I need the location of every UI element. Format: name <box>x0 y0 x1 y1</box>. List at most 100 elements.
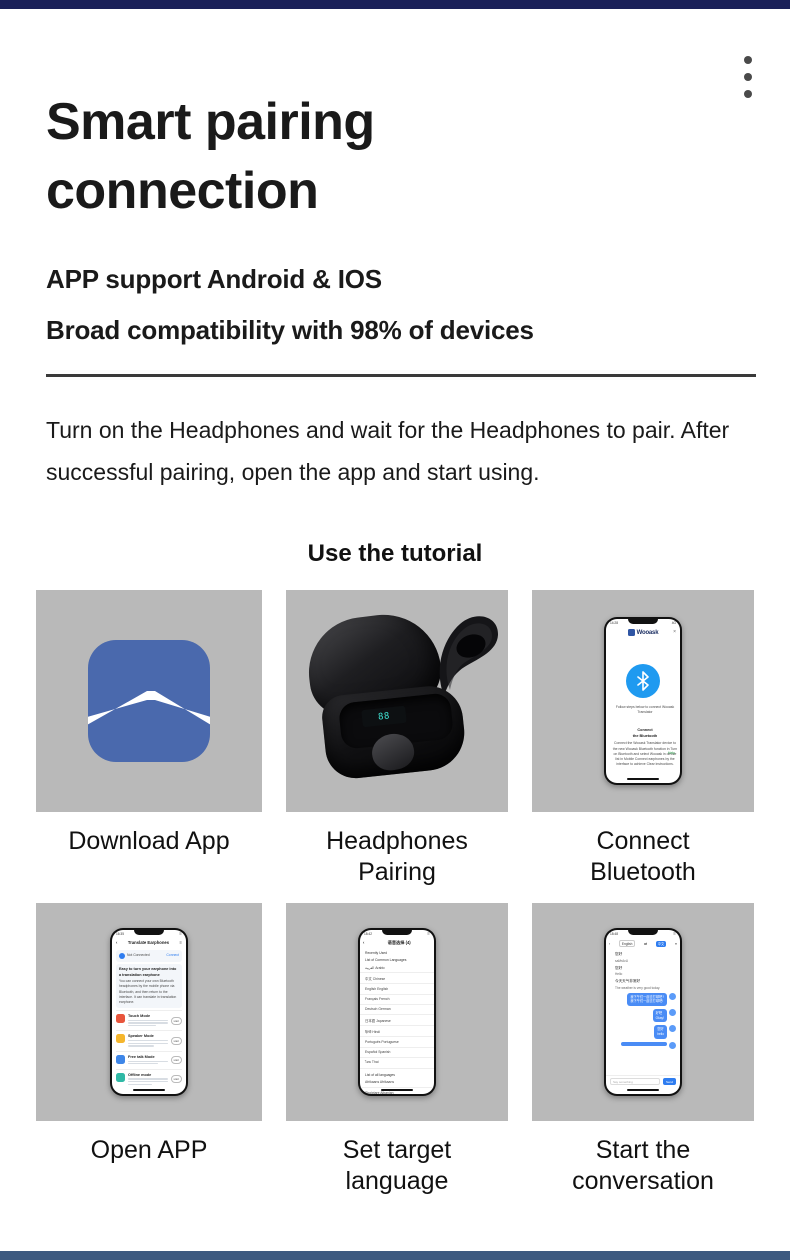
incoming-source-text: 您好 <box>615 965 623 970</box>
earbuds-case-illustration: 88 <box>286 590 508 812</box>
tutorial-step-2[interactable]: 88 Headphones Pairing <box>286 590 508 887</box>
offline-mode-button[interactable]: start <box>170 1075 182 1084</box>
outgoing-message: 您好 hello <box>606 1025 676 1039</box>
help-pin-label[interactable]: Help <box>668 751 675 755</box>
incoming-translation-text: saMrAvU <box>615 958 629 963</box>
app-brand-header: Wooask <box>606 627 680 636</box>
back-icon[interactable]: ‹ <box>116 940 117 945</box>
touch-mode-text: Touch Mode <box>128 1014 168 1027</box>
incoming-source-text: 您好 <box>615 952 623 957</box>
tutorial-step-1-caption: Download App <box>68 827 230 855</box>
tutorial-step-3[interactable]: 14:28 4G Wooask × Follow steps below to … <box>532 590 754 887</box>
tutorial-step-5[interactable]: 18:42 ☰ ‹ 语音选择 (4) Recently Used List of… <box>286 903 508 1196</box>
bluetooth-icon <box>637 671 649 691</box>
mode-row-touch[interactable]: Touch Mode start <box>116 1009 182 1030</box>
kebab-menu-icon[interactable] <box>742 56 754 98</box>
phone-screen-chat: 18:48 ☰ ‹ English ⇄ 中文 ≡ 您好 saMrAvU 您好 H… <box>606 930 680 1094</box>
language-list-screen-photo: 18:42 ☰ ‹ 语音选择 (4) Recently Used List of… <box>286 903 508 1121</box>
section-all-languages: List of all languages <box>365 1072 395 1077</box>
instructions-paragraph: Turn on the Headphones and wait for the … <box>46 417 730 485</box>
language-item[interactable]: Português Portuguese <box>360 1037 434 1048</box>
phone-mock-language: 18:42 ☰ ‹ 语音选择 (4) Recently Used List of… <box>358 928 436 1096</box>
home-indicator <box>381 1089 413 1091</box>
source-language-chip[interactable]: English <box>618 940 636 948</box>
tutorial-step-4[interactable]: 16:35 ☰ ‹ Translate Earphones ≡ Not Conn… <box>36 903 262 1196</box>
nav-title: Translate Earphones <box>127 940 170 945</box>
tutorial-grid: Download App 88 Headphones Pairing 14:28… <box>36 590 754 1196</box>
tutorial-step-1[interactable]: Download App <box>36 590 262 887</box>
language-item[interactable]: 中文 Chinese <box>360 973 434 985</box>
phone-mock-bluetooth: 14:28 4G Wooask × Follow steps below to … <box>604 617 682 785</box>
offline-mode-text: Offline mode <box>128 1073 168 1086</box>
bluetooth-action-block[interactable]: Connect the Bluetooth Connect the Wooask… <box>612 728 678 767</box>
tutorial-row-2: 16:35 ☰ ‹ Translate Earphones ≡ Not Conn… <box>36 903 754 1196</box>
mode-row-freetalk[interactable]: Free talk Mode start <box>116 1050 182 1069</box>
language-item[interactable]: Español Spanish <box>360 1048 434 1058</box>
mode-row-speaker[interactable]: Speaker Mode start <box>116 1030 182 1050</box>
subtitle-compatibility: Broad compatibility with 98% of devices <box>46 315 534 345</box>
tutorial-step-5-caption: Set target language <box>286 1121 508 1196</box>
send-button[interactable]: Send <box>662 1078 676 1085</box>
connect-button[interactable]: Connect <box>166 953 179 958</box>
tutorial-step-6[interactable]: 18:48 ☰ ‹ English ⇄ 中文 ≡ 您好 saMrAvU 您好 H… <box>532 903 754 1196</box>
connection-row: Not Connected Connect <box>119 953 179 959</box>
section-common-languages: List of Common Languages <box>365 958 407 962</box>
phone-notch <box>628 930 658 935</box>
page-title: Smart pairing connection <box>46 88 666 226</box>
speaker-mode-icon <box>116 1034 125 1044</box>
outgoing-line2: hello <box>657 1031 664 1036</box>
chat-input[interactable]: Say something <box>610 1078 660 1085</box>
avatar <box>669 992 676 1000</box>
language-item[interactable]: हिन्दी Hindi <box>360 1026 434 1038</box>
back-icon[interactable]: ‹ <box>609 942 610 946</box>
status-time: 18:48 <box>610 932 618 936</box>
language-item[interactable]: ไทย Thai <box>360 1058 434 1069</box>
device-icon <box>119 953 125 959</box>
language-item[interactable]: العربية Arabic <box>360 963 434 974</box>
info-card-title: Easy to turn your earphone into a transl… <box>119 967 177 977</box>
language-item[interactable]: 日本語 Japanese <box>360 1015 434 1027</box>
list-menu-icon[interactable]: ≡ <box>675 942 677 946</box>
touch-mode-icon <box>116 1013 125 1023</box>
bottom-accent-bar <box>0 1251 790 1260</box>
speaker-mode-button[interactable]: start <box>170 1037 182 1046</box>
earbuds-case-photo: 88 <box>286 590 508 812</box>
swap-icon[interactable]: ⇄ <box>644 942 647 946</box>
nav-bar: ‹ 语音选择 (4) <box>360 938 434 949</box>
connection-status-label: Not Connected <box>127 953 150 958</box>
touch-mode-button[interactable]: start <box>170 1016 182 1025</box>
outgoing-message: 我下午们一起去打球吧? 我下午们一起去打球吧! <box>606 992 676 1006</box>
language-item[interactable]: Afrikaans Afrikaans <box>360 1078 434 1089</box>
connection-card[interactable]: Not Connected Connect <box>116 950 182 962</box>
back-icon[interactable]: ‹ <box>363 940 364 945</box>
freetalk-mode-button[interactable]: start <box>170 1056 182 1065</box>
top-accent-bar <box>0 0 790 9</box>
tutorial-step-2-caption: Headphones Pairing <box>286 812 508 887</box>
chat-input-bar[interactable]: Say something Send <box>606 1075 680 1087</box>
avatar <box>669 1041 676 1049</box>
chat-screen-photo: 18:48 ☰ ‹ English ⇄ 中文 ≡ 您好 saMrAvU 您好 H… <box>532 903 754 1121</box>
bluetooth-screen-photo: 14:28 4G Wooask × Follow steps below to … <box>532 590 754 812</box>
status-indicators: 4G <box>671 621 676 625</box>
section-divider <box>46 374 756 377</box>
wooask-app-icon <box>88 640 210 762</box>
home-indicator <box>627 1089 659 1091</box>
incoming-message: 您好 saMrAvU <box>615 952 676 963</box>
outgoing-message-partial <box>606 1041 676 1049</box>
language-item[interactable]: English English <box>360 984 434 995</box>
menu-icon[interactable]: ≡ <box>180 940 182 945</box>
language-item[interactable]: Deutsch German <box>360 1005 434 1015</box>
freetalk-mode-text: Free talk Mode <box>128 1055 168 1066</box>
language-item[interactable]: Français French <box>360 995 434 1005</box>
phone-screen-bluetooth: 14:28 4G Wooask × Follow steps below to … <box>606 619 680 783</box>
target-language-chip[interactable]: 中文 <box>655 940 667 947</box>
bluetooth-button[interactable] <box>626 664 660 698</box>
mode-row-offline[interactable]: Offline mode start <box>116 1068 182 1089</box>
status-time: 16:35 <box>116 932 124 936</box>
nav-bar: ‹ English ⇄ 中文 ≡ <box>606 938 680 950</box>
status-indicators: ☰ <box>179 932 182 936</box>
step5-caption-text: Set target language <box>342 1136 452 1195</box>
close-icon[interactable]: × <box>673 629 676 635</box>
connect-action-subtitle: the Bluetooth <box>632 733 658 738</box>
chevron-logo-icon <box>88 691 210 725</box>
